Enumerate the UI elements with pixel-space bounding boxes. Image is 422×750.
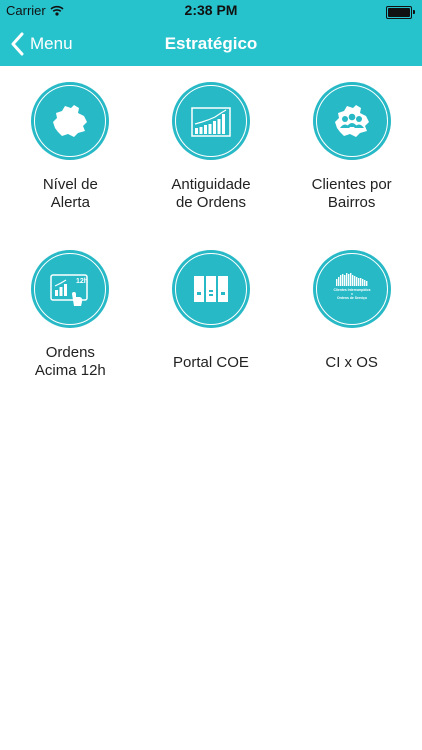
clock: 2:38 PM	[184, 2, 238, 18]
tile-nivel-de-alerta[interactable]: Nível de Alerta	[0, 82, 141, 242]
tile-label: Ordens Acima 12h	[34, 344, 106, 379]
tile-portal-coe[interactable]: Portal COE	[141, 250, 282, 410]
tile-label: Antiguidade de Ordens	[171, 176, 251, 211]
tile-clientes-por-bairros[interactable]: Clientes por Bairros	[281, 82, 422, 242]
navigation-bar: Menu Estratégico	[0, 22, 422, 66]
tile-ci-x-os[interactable]: Clientes Interrompidos x Ordens de Servi…	[281, 250, 422, 410]
touch-chart-icon: 12h	[31, 250, 110, 328]
tile-ordens-acima-12h[interactable]: 12h Ordens Acima 12h	[0, 250, 141, 410]
ci-os-icon: Clientes Interrompidos x Ordens de Servi…	[312, 250, 391, 328]
bar-chart-icon	[171, 82, 250, 160]
ci-os-icon-text-bottom: Ordens de Serviço	[337, 296, 367, 300]
tile-label: CI x OS	[325, 354, 378, 371]
page-title: Estratégico	[164, 34, 258, 53]
map-users-icon	[312, 82, 391, 160]
tile-label: Clientes por Bairros	[311, 176, 392, 211]
panels-icon	[171, 250, 250, 328]
status-bar: Carrier 2:38 PM	[0, 0, 422, 22]
map-icon	[31, 82, 110, 160]
tile-label: Portal COE	[173, 354, 249, 371]
battery-icon	[386, 6, 415, 19]
tile-label: Nível de Alerta	[42, 176, 98, 211]
svg-text:12h: 12h	[76, 278, 88, 285]
menu-grid: Nível de Alerta Antiguidade de Ordens Cl…	[0, 82, 422, 410]
top-bar: Carrier 2:38 PM Menu Estratégico	[0, 0, 422, 66]
tile-antiguidade-de-ordens[interactable]: Antiguidade de Ordens	[141, 82, 282, 242]
